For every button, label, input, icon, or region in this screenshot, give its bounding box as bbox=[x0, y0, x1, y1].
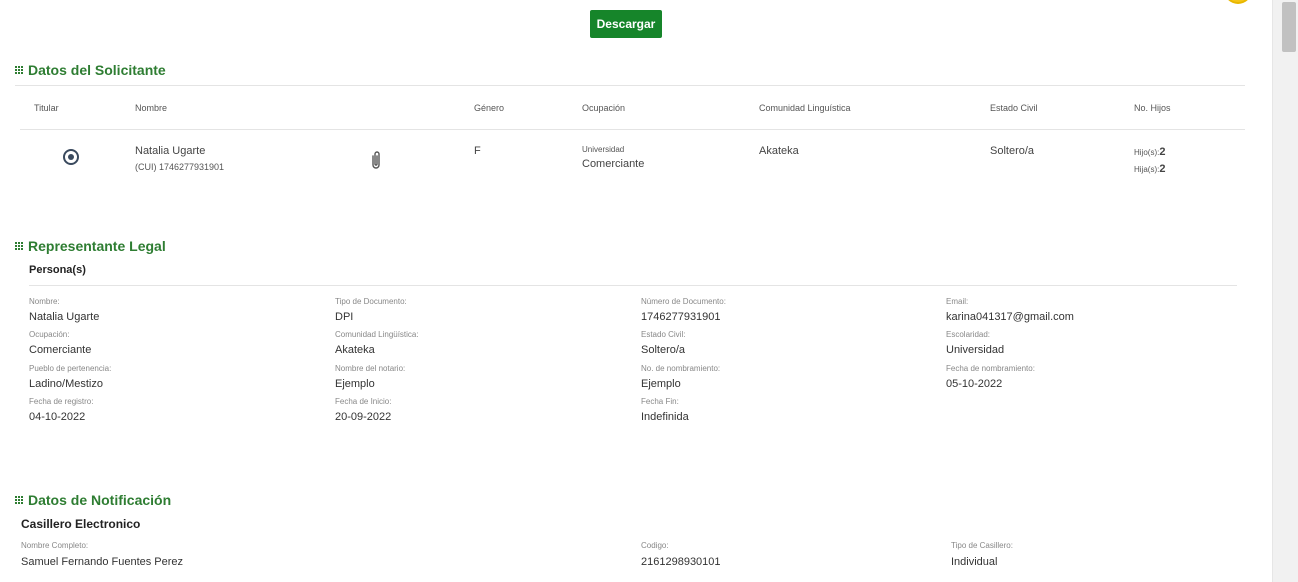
field-label: Fecha de nombramiento: bbox=[946, 364, 1035, 373]
field-label: Pueblo de pertenencia: bbox=[29, 364, 112, 373]
solicitante-ocupacion: Comerciante bbox=[582, 158, 645, 170]
header-titular: Titular bbox=[34, 103, 59, 113]
solicitante-hijos: Hijo(s):2 bbox=[1134, 146, 1165, 158]
hijas-label: Hija(s): bbox=[1134, 165, 1160, 174]
field-value: Samuel Fernando Fuentes Perez bbox=[21, 556, 184, 568]
table-header-divider bbox=[20, 129, 1245, 130]
section-title-representante: Representante Legal bbox=[15, 238, 166, 254]
personas-subtitle: Persona(s) bbox=[29, 264, 86, 276]
field-label: Escolaridad: bbox=[946, 330, 991, 339]
attachment-icon[interactable] bbox=[369, 150, 383, 170]
divider bbox=[15, 85, 1245, 86]
solicitante-genero: F bbox=[474, 145, 481, 157]
header-ocupacion: Ocupación bbox=[582, 103, 626, 113]
casillero-subtitle: Casillero Electronico bbox=[21, 517, 141, 531]
field-label: No. de nombramiento: bbox=[641, 364, 721, 373]
solicitante-hijas: Hija(s):2 bbox=[1134, 163, 1165, 175]
hijos-count: 2 bbox=[1159, 146, 1166, 158]
field-label: Nombre: bbox=[29, 297, 60, 306]
field-label: Email: bbox=[946, 297, 969, 306]
section-title-text: Datos de Notificación bbox=[28, 492, 172, 508]
field-value: Ejemplo bbox=[335, 378, 375, 390]
scrollbar[interactable] bbox=[1272, 0, 1298, 582]
field-label: Codigo: bbox=[641, 541, 669, 550]
section-title-text: Datos del Solicitante bbox=[28, 62, 166, 78]
titular-radio[interactable] bbox=[63, 149, 79, 165]
header-genero: Género bbox=[474, 103, 505, 113]
scrollbar-thumb[interactable] bbox=[1282, 2, 1296, 52]
field-value: 2161298930101 bbox=[641, 556, 721, 568]
field-label: Nombre Completo: bbox=[21, 541, 89, 550]
section-title-solicitante: Datos del Solicitante bbox=[15, 62, 166, 78]
section-title-text: Representante Legal bbox=[28, 238, 166, 254]
field-value: DPI bbox=[335, 311, 354, 323]
field-label: Fecha de registro: bbox=[29, 397, 94, 406]
field-value: 20-09-2022 bbox=[335, 411, 392, 423]
field-value: Ladino/Mestizo bbox=[29, 378, 103, 390]
hijos-label: Hijo(s): bbox=[1134, 148, 1160, 157]
solicitante-escolaridad: Universidad bbox=[582, 145, 625, 154]
section-title-notificacion: Datos de Notificación bbox=[15, 492, 171, 508]
field-label: Tipo de Casillero: bbox=[951, 541, 1013, 550]
field-value: Natalia Ugarte bbox=[29, 311, 100, 323]
field-value: 04-10-2022 bbox=[29, 411, 86, 423]
solicitante-estado-civil: Soltero/a bbox=[990, 145, 1035, 157]
field-value: Soltero/a bbox=[641, 344, 686, 356]
page: Descargar Datos del Solicitante Titular … bbox=[0, 0, 1298, 582]
field-value: Akateka bbox=[335, 344, 375, 356]
hijas-count: 2 bbox=[1159, 163, 1166, 175]
grid-icon bbox=[15, 242, 23, 250]
field-label: Nombre del notario: bbox=[335, 364, 406, 373]
field-label: Estado Civil: bbox=[641, 330, 686, 339]
field-label: Fecha de Inicio: bbox=[335, 397, 392, 406]
field-value: Ejemplo bbox=[641, 378, 681, 390]
field-value: 05-10-2022 bbox=[946, 378, 1003, 390]
header-hijos: No. Hijos bbox=[1134, 103, 1171, 113]
grid-icon bbox=[15, 496, 23, 504]
notification-indicator[interactable] bbox=[1224, 0, 1252, 4]
header-nombre: Nombre bbox=[135, 103, 168, 113]
solicitante-nombre: Natalia Ugarte bbox=[135, 145, 206, 157]
field-label: Fecha Fin: bbox=[641, 397, 679, 406]
field-value: Comerciante bbox=[29, 344, 92, 356]
field-label: Tipo de Documento: bbox=[335, 297, 407, 306]
header-estado-civil: Estado Civil bbox=[990, 103, 1038, 113]
field-value: karina041317@gmail.com bbox=[946, 311, 1074, 323]
field-value: 1746277931901 bbox=[641, 311, 721, 323]
field-label: Número de Documento: bbox=[641, 297, 726, 306]
header-comunidad: Comunidad Linguística bbox=[759, 103, 851, 113]
field-value: Individual bbox=[951, 556, 998, 568]
solicitante-comunidad: Akateka bbox=[759, 145, 799, 157]
solicitante-cui: (CUI) 1746277931901 bbox=[135, 162, 225, 172]
download-button[interactable]: Descargar bbox=[590, 10, 662, 38]
field-value: Indefinida bbox=[641, 411, 689, 423]
field-label: Comunidad Lingüística: bbox=[335, 330, 419, 339]
divider bbox=[29, 285, 1237, 286]
field-value: Universidad bbox=[946, 344, 1005, 356]
grid-icon bbox=[15, 66, 23, 74]
field-label: Ocupación: bbox=[29, 330, 70, 339]
